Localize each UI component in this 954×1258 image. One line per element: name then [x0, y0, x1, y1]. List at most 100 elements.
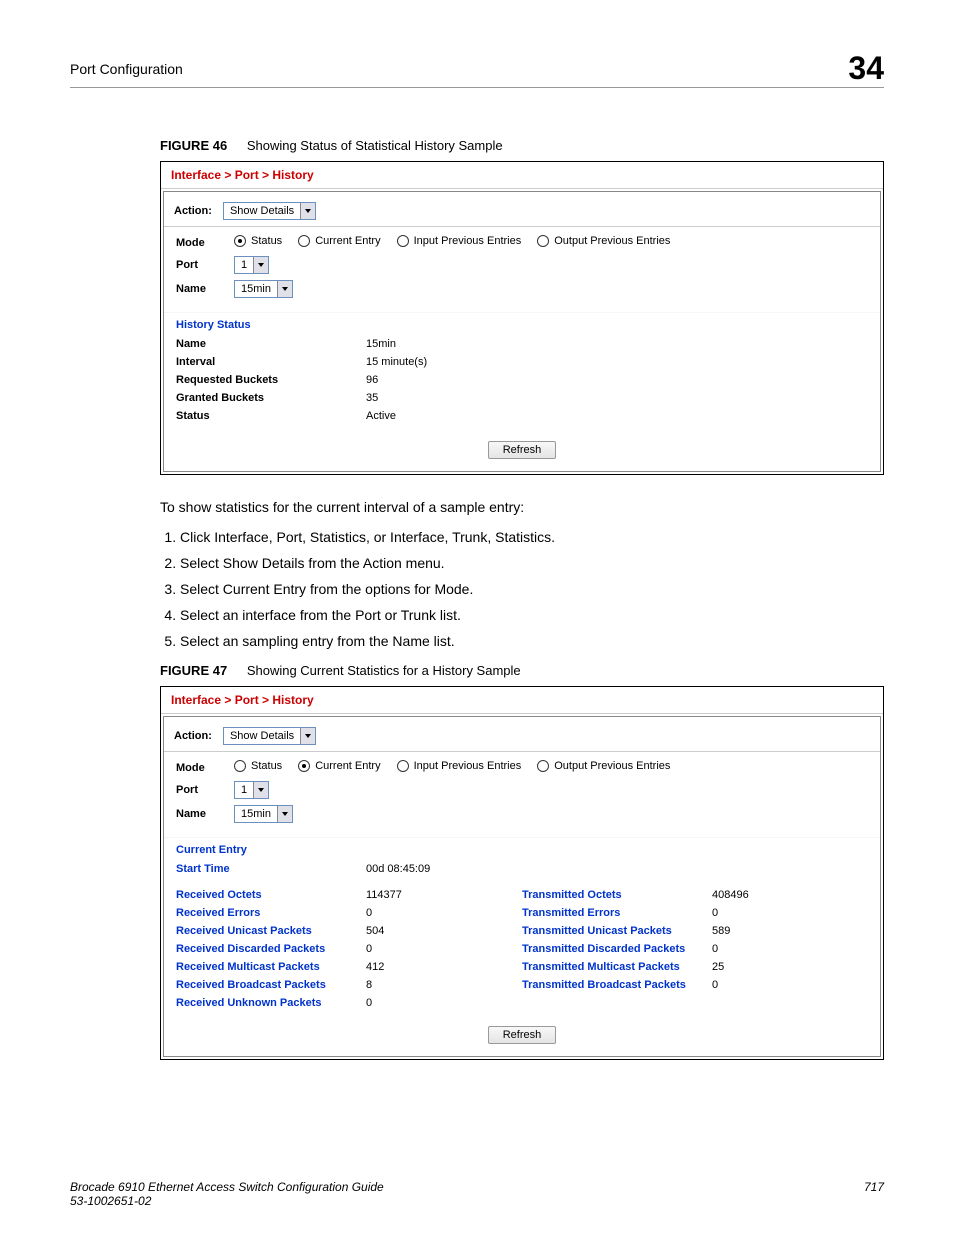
status-value: 35: [366, 392, 378, 404]
status-row: Granted Buckets35: [176, 389, 868, 407]
status-value: 15 minute(s): [366, 356, 427, 368]
stat-value: 25: [712, 961, 812, 973]
footer-docnum: 53-1002651-02: [70, 1194, 151, 1208]
stat-row: Transmitted Multicast Packets25: [522, 958, 868, 976]
stat-row: Received Unicast Packets504: [176, 922, 522, 940]
status-row: Interval15 minute(s): [176, 353, 868, 371]
stat-label: Received Broadcast Packets: [176, 979, 366, 991]
stat-row: Received Discarded Packets0: [176, 940, 522, 958]
step-item: Select Current Entry from the options fo…: [180, 581, 884, 597]
radio-icon: [298, 760, 310, 772]
step-item: Click Interface, Port, Statistics, or In…: [180, 529, 884, 545]
stat-label: Transmitted Unicast Packets: [522, 925, 712, 937]
stat-label: Transmitted Discarded Packets: [522, 943, 712, 955]
stat-row: Transmitted Broadcast Packets0: [522, 976, 868, 994]
step-item: Select Show Details from the Action menu…: [180, 555, 884, 571]
status-label: Granted Buckets: [176, 392, 366, 404]
radio-icon: [537, 235, 549, 247]
stat-value: 504: [366, 925, 466, 937]
intro-text: To show statistics for the current inter…: [160, 499, 884, 515]
status-row: Requested Buckets96: [176, 371, 868, 389]
figure46-caption: FIGURE 46 Showing Status of Statistical …: [160, 138, 884, 153]
name-select[interactable]: 15min: [234, 280, 293, 298]
action-select[interactable]: Show Details: [223, 202, 316, 220]
stat-label: Received Octets: [176, 889, 366, 901]
stat-value: 412: [366, 961, 466, 973]
current-entry-head: Current Entry: [164, 837, 880, 860]
radio-icon: [234, 760, 246, 772]
stat-value: 0: [366, 997, 466, 1009]
start-time-value: 00d 08:45:09: [366, 863, 466, 875]
chevron-down-icon: [300, 728, 315, 744]
radio-label: Status: [251, 235, 282, 247]
page-header: Port Configuration 34: [70, 50, 884, 88]
action-select[interactable]: Show Details: [223, 727, 316, 745]
refresh-button[interactable]: Refresh: [488, 441, 557, 459]
stat-row: Received Octets114377: [176, 886, 522, 904]
radio-label: Input Previous Entries: [414, 235, 522, 247]
radio-label: Output Previous Entries: [554, 235, 670, 247]
mode-label: Mode: [176, 762, 234, 774]
steps-list: Click Interface, Port, Statistics, or In…: [160, 529, 884, 649]
port-label: Port: [176, 259, 234, 271]
radio-icon: [298, 235, 310, 247]
name-label: Name: [176, 283, 234, 295]
page-footer: Brocade 6910 Ethernet Access Switch Conf…: [70, 1180, 884, 1208]
mode-radio[interactable]: Input Previous Entries: [397, 760, 522, 772]
radio-label: Current Entry: [315, 760, 380, 772]
mode-radio[interactable]: Current Entry: [298, 760, 380, 772]
figure46-label: FIGURE 46: [160, 138, 227, 153]
status-label: Requested Buckets: [176, 374, 366, 386]
stat-row: Received Errors0: [176, 904, 522, 922]
mode-radio[interactable]: Status: [234, 235, 282, 247]
mode-label: Mode: [176, 237, 234, 249]
stat-value: 589: [712, 925, 812, 937]
port-label: Port: [176, 784, 234, 796]
stat-row: Received Broadcast Packets8: [176, 976, 522, 994]
chevron-down-icon: [277, 281, 292, 297]
radio-icon: [397, 760, 409, 772]
figure46-screenshot: Interface > Port > History Action: Show …: [160, 161, 884, 475]
figure47-caption: FIGURE 47 Showing Current Statistics for…: [160, 663, 884, 678]
mode-radio[interactable]: Input Previous Entries: [397, 235, 522, 247]
mode-radio[interactable]: Status: [234, 760, 282, 772]
stat-label: Transmitted Octets: [522, 889, 712, 901]
stat-label: Transmitted Multicast Packets: [522, 961, 712, 973]
radio-label: Current Entry: [315, 235, 380, 247]
chevron-down-icon: [253, 257, 268, 273]
start-time-label: Start Time: [176, 863, 366, 875]
status-row: StatusActive: [176, 407, 868, 425]
figure46-text: Showing Status of Statistical History Sa…: [247, 138, 503, 153]
mode-radio[interactable]: Output Previous Entries: [537, 760, 670, 772]
status-label: Status: [176, 410, 366, 422]
status-value: 96: [366, 374, 378, 386]
radio-label: Status: [251, 760, 282, 772]
stat-label: Received Unknown Packets: [176, 997, 366, 1009]
radio-label: Output Previous Entries: [554, 760, 670, 772]
stat-row: Received Multicast Packets412: [176, 958, 522, 976]
section-title: Port Configuration: [70, 61, 183, 77]
stat-row: Transmitted Discarded Packets0: [522, 940, 868, 958]
stat-row: Received Unknown Packets0: [176, 994, 522, 1012]
port-select[interactable]: 1: [234, 781, 269, 799]
figure47-screenshot: Interface > Port > History Action: Show …: [160, 686, 884, 1060]
footer-page: 717: [864, 1180, 884, 1208]
radio-icon: [537, 760, 549, 772]
stat-label: Transmitted Errors: [522, 907, 712, 919]
step-item: Select an sampling entry from the Name l…: [180, 633, 884, 649]
chevron-down-icon: [300, 203, 315, 219]
status-label: Name: [176, 338, 366, 350]
stat-row: Transmitted Errors0: [522, 904, 868, 922]
mode-radio[interactable]: Output Previous Entries: [537, 235, 670, 247]
figure47-text: Showing Current Statistics for a History…: [247, 663, 521, 678]
name-select[interactable]: 15min: [234, 805, 293, 823]
action-row: Action: Show Details: [164, 198, 880, 227]
chevron-down-icon: [253, 782, 268, 798]
mode-radio[interactable]: Current Entry: [298, 235, 380, 247]
status-row: Name15min: [176, 335, 868, 353]
chevron-down-icon: [277, 806, 292, 822]
port-select[interactable]: 1: [234, 256, 269, 274]
stat-label: Transmitted Broadcast Packets: [522, 979, 712, 991]
refresh-button[interactable]: Refresh: [488, 1026, 557, 1044]
action-label: Action:: [174, 205, 212, 217]
